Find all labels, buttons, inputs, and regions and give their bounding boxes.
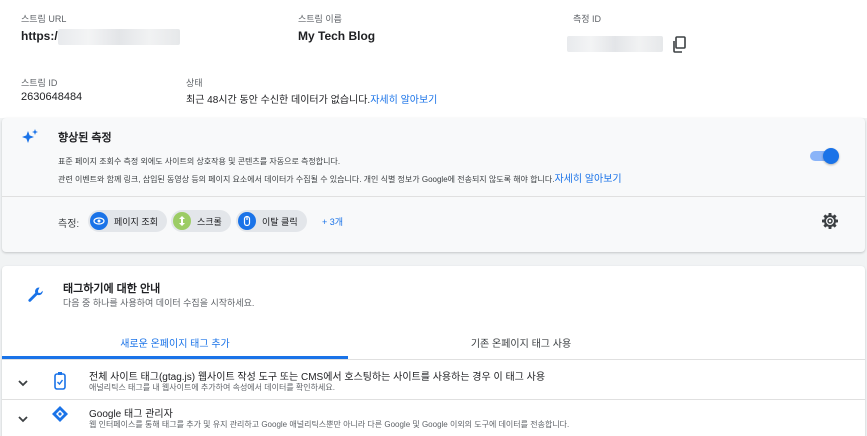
enhanced-divider [2,196,865,197]
mouse-icon [238,212,256,230]
tag-manager-icon [51,405,69,423]
status-line: 최근 48시간 동안 수신한 데이터가 없습니다.자세히 알아보기 [186,91,437,106]
measurement-id-label: 측정 ID [573,14,602,24]
stream-details: 스트림 URL https:/ 스트림 이름 My Tech Blog 측정 I… [0,0,867,118]
row-gtm-title[interactable]: Google 태그 관리자 [89,405,173,420]
wrench-icon [27,286,45,304]
stream-name-label: 스트림 이름 [298,14,342,24]
stream-id-value: 2630648484 [21,91,83,103]
row-gtag-title[interactable]: 전체 사이트 태그(gtag.js) 웹사이트 작성 도구 또는 CMS에서 호… [89,368,545,383]
stream-id-label: 스트림 ID [21,78,58,88]
row-gtm-subtitle: 웹 인터페이스를 통해 태그를 추가 및 유지 관리하고 Google 애널리틱… [89,420,570,429]
scroll-icon [173,212,191,230]
redacted-url [58,29,180,45]
tagging-subtitle: 다음 중 하나를 사용하여 데이터 수집을 시작하세요. [63,298,255,308]
tagging-title: 태그하기에 대한 안내 [63,283,161,295]
stream-name-value: My Tech Blog [298,29,376,43]
redacted-measurement-id [567,36,663,52]
enhanced-desc-line1: 표준 페이지 조회수 측정 외에도 사이트의 상호작용 및 콘텐츠를 자동으로 … [58,157,341,166]
chip-label: 스크롤 [197,216,222,227]
enhanced-toggle-knob[interactable] [823,148,839,164]
enhanced-desc-line2: 관련 이벤트와 함께 링크, 삽입된 동영상 등의 페이지 요소에서 데이터가 … [58,170,622,185]
status-learn-more-link[interactable]: 자세히 알아보기 [370,95,437,106]
status-text: 최근 48시간 동안 수신한 데이터가 없습니다. [186,95,371,106]
chip-outbound-click[interactable]: 이탈 클릭 [236,210,307,232]
status-label: 상태 [186,78,203,88]
stream-url-value: https:/ [21,29,58,43]
eye-icon [90,212,108,230]
copy-icon[interactable] [671,36,687,54]
chip-label: 페이지 조회 [114,216,158,227]
tabs-divider [2,359,865,360]
stream-url-label: 스트림 URL [21,14,67,24]
gear-icon[interactable] [821,212,839,230]
sparkle-icon [21,128,39,146]
row-divider [2,399,865,400]
chevron-down-icon[interactable] [16,376,30,390]
chevron-down-icon[interactable] [16,412,30,426]
chip-page-view[interactable]: 페이지 조회 [88,210,167,232]
more-events-link[interactable]: + 3개 [322,215,343,228]
enhanced-desc-text: 관련 이벤트와 함께 링크, 삽입된 동영상 등의 페이지 요소에서 데이터가 … [58,175,555,184]
tab-existing-tag[interactable]: 기존 온페이지 태그 사용 [348,335,694,350]
enhanced-learn-more-link[interactable]: 자세히 알아보기 [554,174,621,185]
enhanced-title: 향상된 측정 [58,132,112,144]
row-gtag-subtitle: 애널리틱스 태그를 내 웹사이트에 추가하여 속성에서 데이터를 확인하세요. [89,383,335,392]
tab-new-tag[interactable]: 새로운 온페이지 태그 추가 [2,335,348,350]
chip-label: 이탈 클릭 [262,216,298,227]
chip-scroll[interactable]: 스크롤 [171,210,231,232]
measure-label: 측정: [58,219,80,230]
gtag-icon [52,371,68,391]
